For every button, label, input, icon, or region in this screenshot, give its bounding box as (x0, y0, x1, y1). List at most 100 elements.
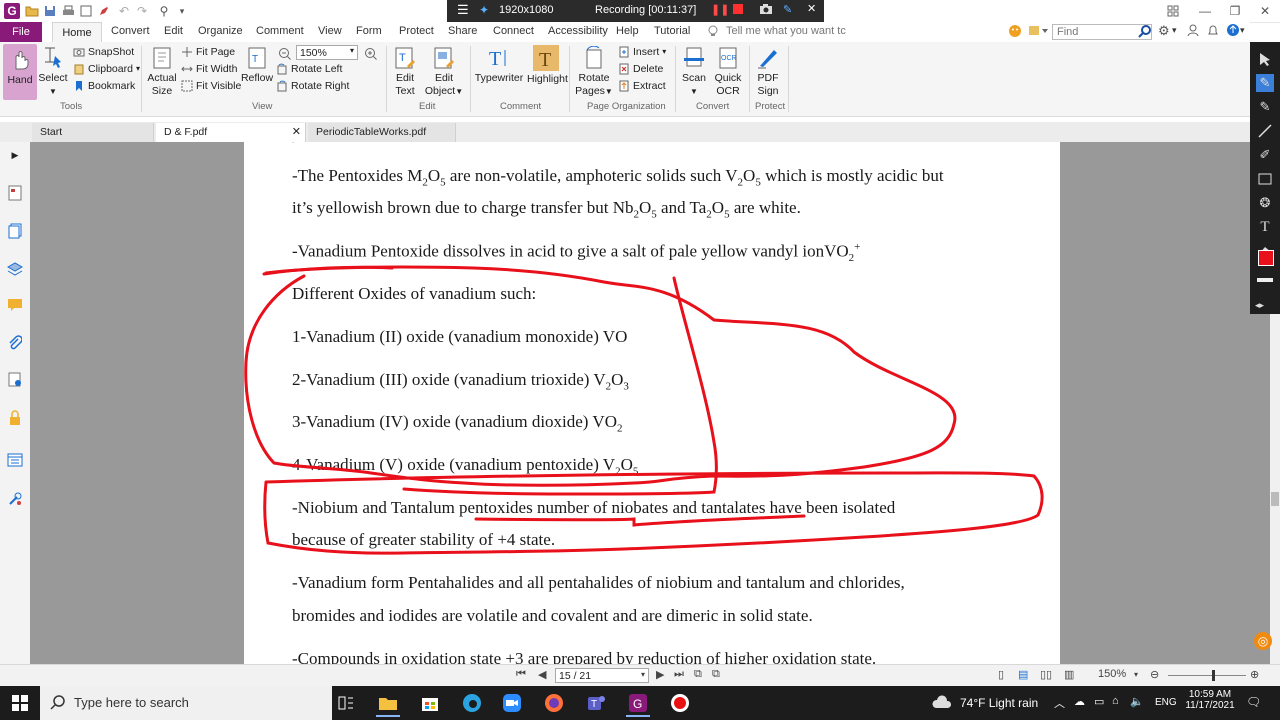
bookmark-button[interactable]: Bookmark (73, 78, 135, 94)
camera-icon[interactable] (759, 3, 773, 18)
next-page-icon[interactable]: ▶ (656, 668, 664, 681)
profile-icon[interactable] (1186, 23, 1200, 40)
fields-icon[interactable] (6, 451, 24, 469)
menu-icon[interactable]: ☰ (457, 2, 469, 18)
close-recording-icon[interactable]: ✕ (807, 2, 816, 15)
next-view-icon[interactable]: ⧉ (712, 668, 720, 681)
single-page-icon[interactable]: ▯ (998, 668, 1004, 681)
rotate-pages-button[interactable]: Rotate Pages▼ (574, 45, 614, 98)
firefox-icon[interactable] (542, 691, 566, 715)
undo-icon[interactable]: ↶ (116, 3, 132, 19)
pdf-app-icon[interactable]: G (626, 691, 650, 717)
scan-button[interactable]: Scan ▼ (679, 46, 709, 98)
store-icon[interactable] (418, 691, 442, 715)
task-view-icon[interactable] (334, 691, 358, 715)
marker-icon[interactable]: ✎ (1256, 98, 1274, 116)
rectangle-tool-icon[interactable] (1256, 170, 1274, 188)
tab-view[interactable]: View (318, 25, 342, 37)
zoom-slider-thumb[interactable] (1212, 670, 1215, 681)
first-page-icon[interactable]: ⏮ (516, 668, 526, 681)
reflow-button[interactable]: T Reflow (240, 46, 274, 85)
highlight-button[interactable]: T Highlight (527, 44, 568, 88)
insert-button[interactable]: Insert ▾ (618, 44, 666, 60)
close-tab-icon[interactable]: ✕ (292, 123, 301, 142)
previous-page-icon[interactable]: ◀ (538, 668, 546, 681)
clock[interactable]: 10:59 AM 11/17/2021 (1185, 689, 1235, 711)
pointer-icon[interactable] (1256, 50, 1274, 68)
layers-icon[interactable] (6, 260, 24, 278)
pause-icon[interactable]: ❚❚ (711, 3, 729, 16)
tab-edit[interactable]: Edit (164, 25, 183, 37)
hand-tool-button[interactable]: Hand (3, 44, 37, 100)
tab-home[interactable]: Home (52, 22, 102, 42)
zoom-in-icon[interactable] (364, 45, 377, 61)
edit-icon[interactable] (96, 3, 112, 19)
rotate-right-button[interactable]: Rotate Right (276, 78, 349, 94)
settings-gear-icon[interactable]: ⚙ (1158, 23, 1170, 39)
tab-help[interactable]: Help (616, 25, 639, 37)
pen-icon[interactable]: ✎ (783, 3, 792, 16)
actual-size-button[interactable]: Actual Size (146, 46, 178, 98)
zoom-select[interactable]: 150% (296, 45, 358, 60)
attachment-icon[interactable] (6, 334, 24, 352)
zoom-out-icon[interactable] (278, 45, 291, 61)
shapes-icon[interactable]: ❂ (1256, 194, 1274, 212)
tab-connect[interactable]: Connect (493, 25, 534, 37)
zoom-chevron-icon[interactable]: ▾ (350, 43, 354, 59)
network-icon[interactable]: ⌂ (1112, 695, 1119, 707)
page-chevron-icon[interactable]: ▾ (641, 670, 645, 679)
show-hidden-icons-icon[interactable]: ︿ (1054, 695, 1065, 711)
brush-icon[interactable]: ✐ (1256, 146, 1274, 164)
stroke-width-icon[interactable] (1257, 278, 1273, 282)
quick-ocr-button[interactable]: OCR Quick OCR (712, 46, 744, 98)
previous-view-icon[interactable]: ⧉ (694, 668, 702, 681)
volume-icon[interactable]: 🔈 (1130, 695, 1144, 708)
expand-panel-icon[interactable]: ▶ (6, 146, 24, 164)
help-bubble-icon[interactable]: ◎ (1254, 632, 1272, 650)
facing-page-icon[interactable]: ▯▯ (1040, 668, 1052, 681)
signature-panel-icon[interactable] (6, 371, 24, 389)
minimize-icon[interactable]: — (1196, 2, 1214, 20)
windows-start-icon[interactable] (8, 691, 32, 715)
toolbar-move-icon[interactable]: ◂▸ (1255, 300, 1264, 311)
continuous-facing-icon[interactable]: ▥ (1064, 668, 1074, 681)
zoom-in-button-icon[interactable]: ⊕ (1250, 668, 1259, 681)
save-icon[interactable] (42, 3, 58, 19)
line-tool-icon[interactable] (1256, 122, 1274, 140)
stop-icon[interactable] (733, 4, 743, 14)
snapshot-button[interactable]: SnapShot (73, 44, 134, 60)
pages-icon[interactable] (6, 222, 24, 240)
pdf-sign-button[interactable]: PDF Sign (752, 46, 784, 98)
upload-icon[interactable] (1226, 23, 1240, 40)
tab-organize[interactable]: Organize (198, 25, 243, 37)
find-input[interactable]: Find (1052, 24, 1152, 40)
restore-icon[interactable]: ❐ (1226, 2, 1244, 20)
file-menu[interactable]: File (0, 22, 42, 42)
tab-convert[interactable]: Convert (111, 25, 150, 37)
tab-d-and-f[interactable]: D & F.pdf ✕ (156, 123, 306, 142)
battery-icon[interactable]: ▭ (1094, 695, 1104, 708)
select-tool-button[interactable]: Select ▼ (38, 46, 68, 98)
zoom-slider[interactable] (1168, 675, 1246, 676)
redo-icon[interactable]: ↷ (134, 3, 150, 19)
fit-width-button[interactable]: Fit Width (181, 61, 237, 77)
taskbar-search-box[interactable]: Type here to search (40, 686, 332, 720)
weather-text[interactable]: 74°F Light rain (960, 696, 1038, 710)
zoom-app-icon[interactable] (500, 691, 524, 715)
find-search-icon[interactable] (1138, 24, 1152, 41)
notification-icon[interactable] (1206, 23, 1220, 40)
clipboard-button[interactable]: Clipboard ▾ (73, 61, 140, 77)
typewriter-button[interactable]: T Typewriter (474, 46, 524, 85)
color-swatch-red[interactable] (1258, 250, 1274, 266)
tab-periodic-table[interactable]: PeriodicTableWorks.pdf (308, 123, 456, 142)
tab-start[interactable]: Start (32, 123, 154, 142)
tools-wrench-icon[interactable] (6, 490, 24, 508)
weather-icon[interactable] (930, 691, 954, 715)
language-indicator[interactable]: ENG (1155, 697, 1177, 708)
screen-recorder-icon[interactable] (668, 691, 692, 715)
tab-share[interactable]: Share (448, 25, 477, 37)
tab-comment[interactable]: Comment (256, 25, 304, 37)
rotate-left-button[interactable]: Rotate Left (276, 61, 342, 77)
pen-tool-icon[interactable]: ✎ (1256, 74, 1274, 92)
scroll-thumb[interactable] (1271, 492, 1279, 506)
